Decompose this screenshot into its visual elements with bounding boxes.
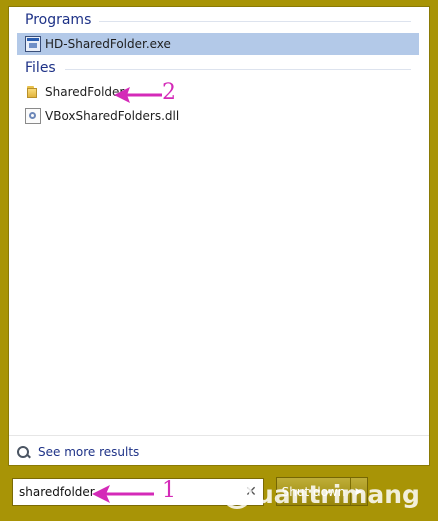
annotation-number-2: 2 bbox=[162, 80, 176, 105]
annotation-arrow-1 bbox=[92, 485, 154, 503]
exe-icon bbox=[25, 36, 41, 52]
shutdown-control: Shut down ▶ bbox=[276, 477, 368, 506]
see-more-results-link[interactable]: See more results bbox=[17, 444, 139, 460]
annotation-arrow-2 bbox=[114, 87, 162, 103]
shutdown-button[interactable]: Shut down bbox=[277, 478, 351, 505]
result-label: HD-SharedFolder.exe bbox=[45, 37, 171, 51]
annotation-number-1: 1 bbox=[162, 478, 176, 503]
result-item-hd-sharedfolder-exe[interactable]: HD-SharedFolder.exe bbox=[17, 33, 419, 55]
see-more-results-label: See more results bbox=[38, 445, 140, 459]
search-icon bbox=[17, 445, 30, 459]
results-footer-divider bbox=[9, 435, 429, 436]
result-label: VBoxSharedFolders.dll bbox=[45, 109, 180, 123]
close-icon[interactable]: ✕ bbox=[243, 484, 259, 500]
folder-icon bbox=[25, 84, 41, 100]
result-item-vboxsharedfolders-dll[interactable]: VBoxSharedFolders.dll bbox=[17, 105, 419, 127]
files-divider bbox=[65, 69, 411, 70]
dll-icon bbox=[25, 108, 41, 124]
triangle-right-icon[interactable]: ▶ bbox=[351, 478, 367, 505]
search-results-panel: Programs HD-SharedFolder.exe Files Share… bbox=[8, 6, 430, 466]
programs-header: Programs bbox=[25, 12, 92, 28]
programs-divider bbox=[99, 21, 411, 22]
result-item-sharedfolder[interactable]: SharedFolder bbox=[17, 81, 419, 103]
files-header: Files bbox=[25, 60, 56, 76]
